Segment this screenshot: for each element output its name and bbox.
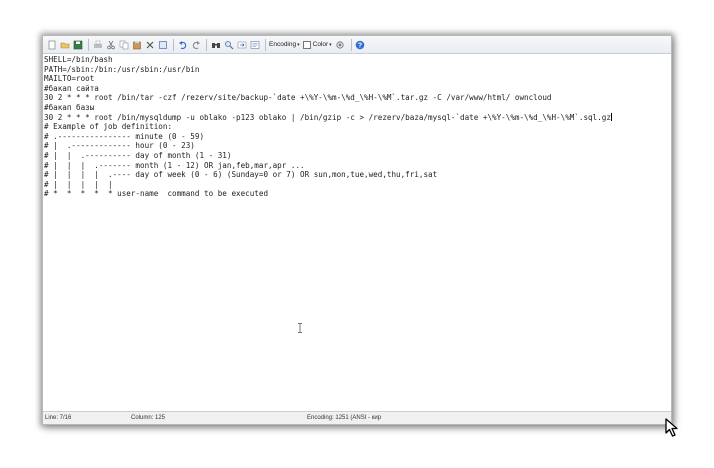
code-line: MAILTO=root	[44, 74, 95, 84]
toolbar: Encoding ▾ Color ▾ ?	[43, 36, 671, 54]
copy-icon[interactable]	[118, 39, 129, 50]
svg-text:?: ?	[358, 42, 362, 49]
status-line: Line: 7/16	[45, 415, 72, 421]
new-icon[interactable]	[46, 39, 57, 50]
toolbar-separator	[173, 38, 174, 51]
print-icon[interactable]	[92, 39, 103, 50]
text-caret	[610, 112, 612, 121]
code-line: # | | .---------- day of month (1 - 31)	[44, 150, 232, 160]
settings-icon[interactable]	[335, 39, 346, 50]
code-line: # * * * * * user-name command to be exec…	[44, 189, 269, 199]
code-line: #бакап сайта	[44, 83, 99, 93]
status-encoding: Encoding: 1251 (ANSI - кир	[307, 415, 382, 421]
code-line: SHELL=/bin/bash	[44, 55, 113, 64]
code-line: #бакап базы	[44, 102, 95, 112]
open-icon[interactable]	[59, 39, 70, 50]
mouse-pointer-icon	[665, 418, 678, 437]
toolbar-separator	[88, 38, 89, 51]
replace-icon[interactable]	[223, 39, 234, 50]
status-bar: Line: 7/16 Column: 125 Encoding: 1251 (A…	[43, 411, 671, 424]
wordwrap-icon[interactable]	[249, 39, 260, 50]
color-checkbox[interactable]	[302, 40, 311, 49]
toolbar-separator	[350, 38, 352, 51]
delete-icon[interactable]	[144, 39, 155, 50]
code-line: # | | | | |	[44, 179, 113, 189]
encoding-dropdown[interactable]: Encoding	[269, 41, 296, 48]
find-icon[interactable]	[210, 39, 221, 50]
cut-icon[interactable]	[105, 39, 116, 50]
text-cursor-icon	[298, 323, 302, 333]
select-all-icon[interactable]	[157, 39, 168, 50]
code-line-current: 30 2 * * * root /bin/mysqldump -u oblako…	[44, 112, 671, 123]
toolbar-separator	[265, 38, 266, 51]
editor-window: Encoding ▾ Color ▾ ? SHELL=/bin/bash PATH…	[42, 35, 672, 425]
undo-icon[interactable]	[177, 39, 188, 50]
code-line: # Example of job definition:	[44, 122, 173, 132]
code-line: # | | | | .---- day of week (0 - 6) (Sun…	[44, 170, 438, 180]
code-line: # | | | .------- month (1 - 12) OR jan,f…	[44, 160, 305, 170]
chevron-down-icon[interactable]: ▾	[297, 42, 300, 48]
code-content[interactable]: SHELL=/bin/bash PATH=/sbin:/bin:/usr/sbin…	[43, 54, 671, 199]
code-line-text: 30 2 * * * root /bin/mysqldump -u oblako…	[44, 112, 611, 122]
goto-icon[interactable]	[236, 39, 247, 50]
toolbar-separator	[206, 38, 207, 51]
code-line: PATH=/sbin:/bin:/usr/sbin:/usr/bin	[44, 64, 200, 74]
color-dropdown[interactable]: Color	[313, 41, 329, 48]
status-column: Column: 125	[131, 415, 166, 421]
text-editor-area[interactable]: SHELL=/bin/bash PATH=/sbin:/bin:/usr/sbin…	[43, 54, 671, 411]
chevron-down-icon[interactable]: ▾	[329, 42, 332, 48]
code-line: # | .------------- hour (0 - 23)	[44, 141, 195, 151]
help-icon[interactable]: ?	[355, 39, 366, 50]
save-icon[interactable]	[72, 39, 83, 50]
code-line: # .---------------- minute (0 - 59)	[44, 131, 205, 141]
paste-icon[interactable]	[131, 39, 142, 50]
redo-icon[interactable]	[190, 39, 201, 50]
code-line: 30 2 * * * root /bin/tar -czf /rezerv/si…	[44, 93, 552, 103]
